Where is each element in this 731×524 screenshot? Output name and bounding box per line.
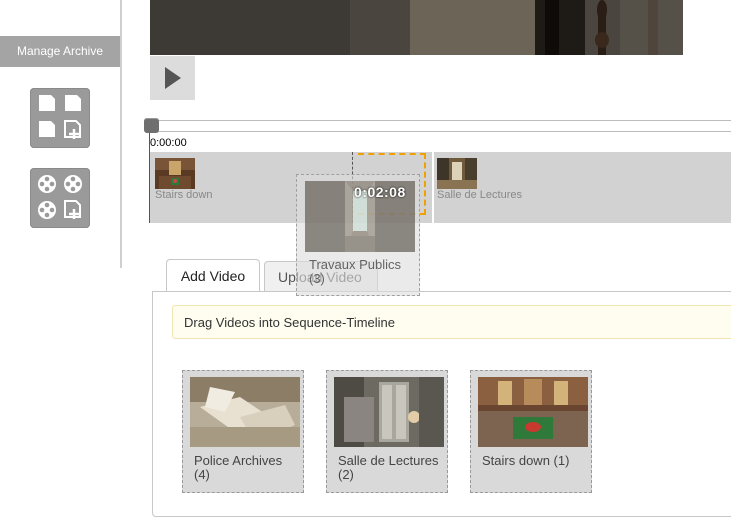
video-thumbnail <box>478 377 588 447</box>
sidebar-divider <box>120 0 122 268</box>
documents-add-icon[interactable] <box>30 88 90 148</box>
video-card[interactable]: Salle de Lectures (2) <box>326 370 448 493</box>
tab-add-video[interactable]: Add Video <box>166 259 260 292</box>
scrubber-handle[interactable] <box>144 118 159 133</box>
video-title: Salle de Lectures (2) <box>338 453 439 482</box>
clip-divider <box>432 152 434 223</box>
clip-thumbnail[interactable] <box>437 158 477 189</box>
video-card[interactable]: Stairs down (1) <box>470 370 592 493</box>
drag-hint: Drag Videos into Sequence-Timeline <box>172 305 731 339</box>
video-title: Stairs down (1) <box>482 453 570 468</box>
scrubber-track[interactable] <box>150 120 731 121</box>
play-icon <box>165 67 181 89</box>
clip-thumbnail[interactable] <box>155 158 195 189</box>
current-time: 0:00:00 <box>150 137 187 149</box>
play-button[interactable] <box>150 56 195 100</box>
timeline-axis <box>149 133 150 223</box>
clip-label: Salle de Lectures <box>437 189 522 201</box>
clip-label: Stairs down <box>155 189 213 201</box>
drag-ghost-title: Travaux Publics (3) <box>309 257 401 286</box>
video-thumbnail <box>334 377 444 447</box>
manage-archive-button[interactable]: Manage Archive <box>0 36 120 67</box>
drag-ghost-duration: 0:02:08 <box>354 184 406 200</box>
video-card[interactable]: Police Archives (4) <box>182 370 304 493</box>
scrubber-track-bottom <box>150 131 731 132</box>
video-title: Police Archives (4) <box>194 453 283 482</box>
video-frame[interactable] <box>150 0 683 55</box>
videos-add-icon[interactable] <box>30 168 90 228</box>
video-thumbnail <box>190 377 300 447</box>
